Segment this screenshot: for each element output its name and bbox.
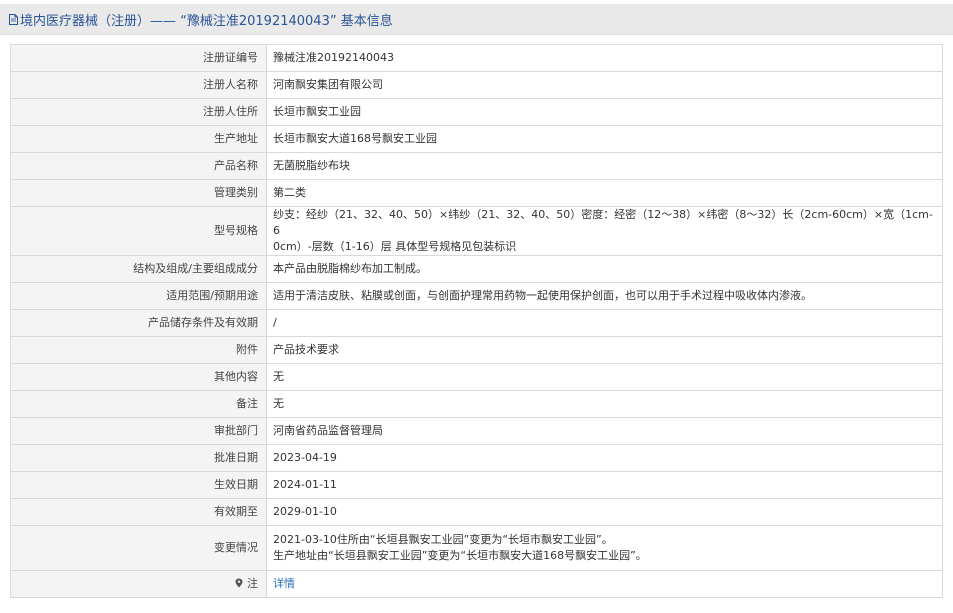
row-label: 管理类别	[10, 179, 267, 207]
row-value: 2021-03-10住所由“长垣县飘安工业园”变更为“长垣市飘安工业园”。 生产…	[266, 525, 943, 571]
row-label: 型号规格	[10, 206, 267, 256]
page-header: 境内医疗器械（注册）—— “豫械注准20192140043” 基本信息	[0, 4, 953, 35]
row-label: 生产地址	[10, 125, 267, 153]
row-attachment: 附件 产品技术要求	[10, 336, 943, 364]
row-value: 无	[266, 390, 943, 418]
pin-icon	[235, 578, 246, 590]
row-label: 附件	[10, 336, 267, 364]
row-value: 纱支：经纱（21、32、40、50）×纬纱（21、32、40、50）密度：经密（…	[266, 206, 943, 256]
row-value: 无	[266, 363, 943, 391]
row-expiry-date: 有效期至 2029-01-10	[10, 498, 943, 526]
row-production-address: 生产地址 长垣市飘安大道168号飘安工业园	[10, 125, 943, 153]
row-value: 长垣市飘安工业园	[266, 98, 943, 126]
row-value: 2024-01-11	[266, 471, 943, 499]
row-registrant-name: 注册人名称 河南飘安集团有限公司	[10, 71, 943, 99]
info-table: 注册证编号 豫械注准20192140043 注册人名称 河南飘安集团有限公司 注…	[10, 44, 943, 598]
row-value: 长垣市飘安大道168号飘安工业园	[266, 125, 943, 153]
row-value: 本产品由脱脂棉纱布加工制成。	[266, 255, 943, 283]
row-label: 产品名称	[10, 152, 267, 180]
page-title: 境内医疗器械（注册）—— “豫械注准20192140043” 基本信息	[20, 13, 393, 29]
row-management-category: 管理类别 第二类	[10, 179, 943, 207]
row-model-spec: 型号规格 纱支：经纱（21、32、40、50）×纬纱（21、32、40、50）密…	[10, 206, 943, 256]
row-value: 第二类	[266, 179, 943, 207]
row-value: 河南省药品监督管理局	[266, 417, 943, 445]
row-value: 2029-01-10	[266, 498, 943, 526]
row-composition: 结构及组成/主要组成成分 本产品由脱脂棉纱布加工制成。	[10, 255, 943, 283]
row-change-history: 变更情况 2021-03-10住所由“长垣县飘安工业园”变更为“长垣市飘安工业园…	[10, 525, 943, 571]
row-label: 生效日期	[10, 471, 267, 499]
row-label: 产品储存条件及有效期	[10, 309, 267, 337]
row-approval-department: 审批部门 河南省药品监督管理局	[10, 417, 943, 445]
row-value: /	[266, 309, 943, 337]
row-label: 注册人名称	[10, 71, 267, 99]
row-label: 批准日期	[10, 444, 267, 472]
row-value: 适用于清洁皮肤、粘膜或创面，与创面护理常用药物一起使用保护创面，也可以用于手术过…	[266, 282, 943, 310]
row-value: 无菌脱脂纱布块	[266, 152, 943, 180]
row-product-name: 产品名称 无菌脱脂纱布块	[10, 152, 943, 180]
row-label: 注册人住所	[10, 98, 267, 126]
row-label: 结构及组成/主要组成成分	[10, 255, 267, 283]
row-other-content: 其他内容 无	[10, 363, 943, 391]
details-link[interactable]: 详情	[273, 577, 295, 590]
row-note: 注 详情	[10, 570, 943, 598]
row-value: 豫械注准20192140043	[266, 44, 943, 72]
row-value: 详情	[266, 570, 943, 598]
row-label: 注册证编号	[10, 44, 267, 72]
row-label: 适用范围/预期用途	[10, 282, 267, 310]
row-label: 审批部门	[10, 417, 267, 445]
info-table-container: 注册证编号 豫械注准20192140043 注册人名称 河南飘安集团有限公司 注…	[10, 44, 943, 598]
row-effective-date: 生效日期 2024-01-11	[10, 471, 943, 499]
row-value: 河南飘安集团有限公司	[266, 71, 943, 99]
row-value: 产品技术要求	[266, 336, 943, 364]
spec-line-1: 纱支：经纱（21、32、40、50）×纬纱（21、32、40、50）密度：经密（…	[273, 208, 933, 237]
spec-line-2: 0cm）-层数（1-16）层 具体型号规格见包装标识	[273, 240, 517, 253]
note-label: 注	[247, 576, 258, 590]
row-registrant-address: 注册人住所 长垣市飘安工业园	[10, 98, 943, 126]
row-label: 注	[10, 570, 267, 598]
row-remarks: 备注 无	[10, 390, 943, 418]
change-line-1: 2021-03-10住所由“长垣县飘安工业园”变更为“长垣市飘安工业园”。	[273, 533, 613, 546]
document-icon	[9, 13, 18, 25]
row-label: 变更情况	[10, 525, 267, 571]
change-line-2: 生产地址由“长垣县飘安工业园”变更为“长垣市飘安大道168号飘安工业园”。	[273, 549, 647, 562]
row-label: 备注	[10, 390, 267, 418]
row-registration-number: 注册证编号 豫械注准20192140043	[10, 44, 943, 72]
row-intended-use: 适用范围/预期用途 适用于清洁皮肤、粘膜或创面，与创面护理常用药物一起使用保护创…	[10, 282, 943, 310]
row-value: 2023-04-19	[266, 444, 943, 472]
row-label: 有效期至	[10, 498, 267, 526]
row-approval-date: 批准日期 2023-04-19	[10, 444, 943, 472]
row-storage-validity: 产品储存条件及有效期 /	[10, 309, 943, 337]
row-label: 其他内容	[10, 363, 267, 391]
